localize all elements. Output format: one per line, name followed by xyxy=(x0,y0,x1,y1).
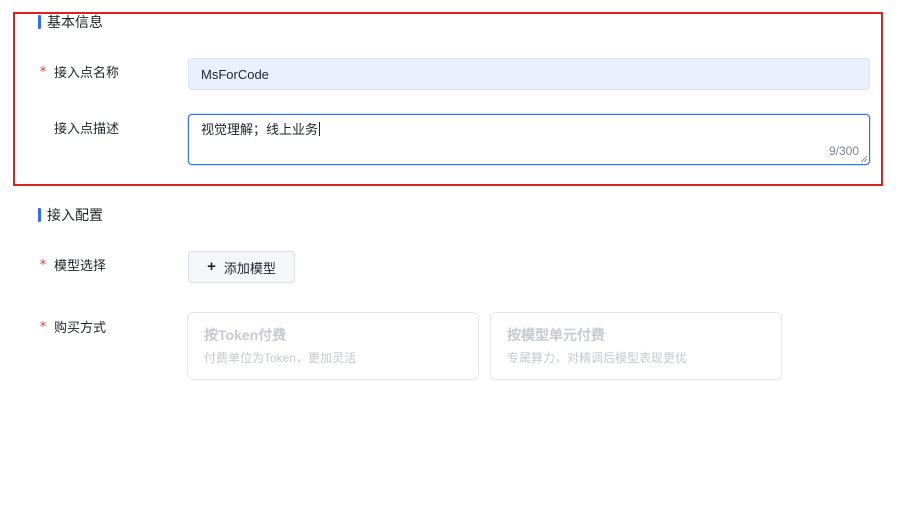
purchase-option-title: 按模型单元付费 xyxy=(507,327,605,343)
name-field-label: * 接入点名称 xyxy=(38,65,119,81)
required-mark: * xyxy=(39,65,47,80)
description-value: 视觉理解；线上业务 xyxy=(201,122,319,137)
section-title-text: 接入配置 xyxy=(47,207,103,223)
purchase-option-desc: 专属算力，对精调后模型表现更优 xyxy=(507,351,688,365)
section-title-access-config: 接入配置 xyxy=(38,207,103,223)
name-field-label-text: 接入点名称 xyxy=(54,65,120,80)
required-mark: * xyxy=(39,258,47,273)
char-counter: 9/300 xyxy=(828,144,859,158)
desc-field-label-text: 接入点描述 xyxy=(54,121,120,136)
description-textarea[interactable]: 视觉理解；线上业务 9/300 xyxy=(188,114,870,165)
desc-field-label: 接入点描述 xyxy=(38,121,119,137)
purchase-option-token[interactable]: 按Token付费 付费单位为Token，更加灵活 xyxy=(187,312,479,380)
section-accent-bar xyxy=(38,208,41,222)
name-input[interactable]: MsForCode xyxy=(188,58,870,90)
purchase-option-title: 按Token付费 xyxy=(204,327,287,343)
name-input-value: MsForCode xyxy=(201,66,269,82)
purchase-option-model-unit[interactable]: 按模型单元付费 专属算力，对精调后模型表现更优 xyxy=(490,312,782,380)
add-model-button-label: 添加模型 xyxy=(223,260,276,276)
section-title-basic-info: 基本信息 xyxy=(38,14,103,30)
section-accent-bar xyxy=(38,15,41,29)
description-text: 视觉理解；线上业务 xyxy=(201,122,321,138)
add-model-button[interactable]: + 添加模型 xyxy=(188,251,295,283)
required-mark: * xyxy=(39,320,47,335)
section-title-text: 基本信息 xyxy=(47,14,103,30)
purchase-option-desc: 付费单位为Token，更加灵活 xyxy=(204,351,357,365)
purchase-method-label-text: 购买方式 xyxy=(54,320,107,335)
model-select-label: * 模型选择 xyxy=(38,258,106,274)
purchase-method-label: * 购买方式 xyxy=(38,320,106,336)
resize-grip-icon[interactable] xyxy=(860,155,868,163)
text-caret xyxy=(319,122,321,136)
model-select-label-text: 模型选择 xyxy=(54,258,107,273)
plus-icon: + xyxy=(207,258,216,275)
